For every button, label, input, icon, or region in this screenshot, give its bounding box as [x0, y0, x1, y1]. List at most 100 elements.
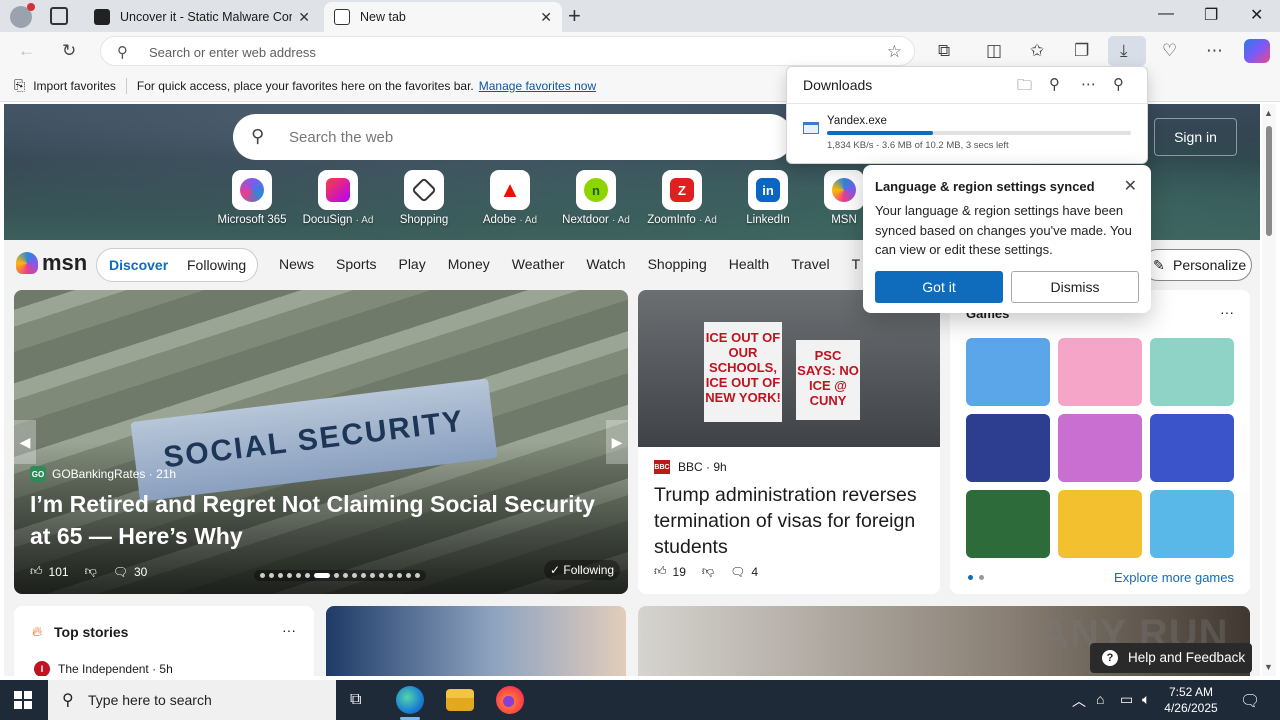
copilot-icon[interactable] [1244, 39, 1270, 63]
carousel-dot[interactable] [352, 573, 357, 578]
volume-icon[interactable]: 🔈︎ [1142, 691, 1150, 708]
game-tile[interactable] [1058, 338, 1142, 406]
nav-money[interactable]: Money [448, 256, 490, 272]
system-clock[interactable]: 7:52 AM 4/26/2025 [1160, 684, 1222, 716]
quick-link-nextdoor[interactable]: n Nextdoor · Ad [553, 170, 639, 226]
game-tile[interactable] [1058, 414, 1142, 482]
carousel-dot[interactable] [397, 573, 402, 578]
carousel-dot[interactable] [296, 573, 301, 578]
games-more-icon[interactable]: ··· [1220, 304, 1234, 320]
carousel-dot[interactable] [278, 573, 283, 578]
game-tile[interactable] [966, 338, 1050, 406]
game-tile[interactable] [966, 414, 1050, 482]
nav-travel[interactable]: Travel [791, 256, 829, 272]
quick-link-microsoft-365[interactable]: Microsoft 365 [209, 170, 295, 226]
dislike-icon[interactable]: 👎︎ [702, 564, 714, 579]
story-headline[interactable]: I’m Retired and Regret Not Claiming Soci… [30, 488, 620, 552]
carousel-dot[interactable] [388, 573, 393, 578]
carousel-dot[interactable] [260, 573, 265, 578]
got-it-button[interactable]: Got it [875, 271, 1003, 303]
profile-avatar[interactable] [10, 3, 35, 28]
scroll-down-icon[interactable]: ▼ [1264, 662, 1273, 672]
carousel-prev-icon[interactable]: ◀ [14, 420, 36, 464]
carousel-dot[interactable] [287, 573, 292, 578]
web-search-box[interactable]: ⚲ Search the web [233, 114, 793, 160]
notifications-icon[interactable]: 🗨︎ [1240, 691, 1260, 711]
maximize-button[interactable]: ❐ [1204, 5, 1218, 25]
carousel-dot[interactable] [361, 573, 366, 578]
taskbar-search[interactable]: ⚲ Type here to search [48, 680, 336, 720]
msn-logo[interactable]: msn [16, 250, 87, 276]
network-icon[interactable]: ▭ [1120, 691, 1133, 708]
extensions-icon[interactable]: ⧉ [938, 41, 950, 61]
nav-shopping[interactable]: Shopping [648, 256, 707, 272]
favorites-icon[interactable]: ✩ [1030, 41, 1044, 61]
more-options-icon[interactable]: ⋯ [1081, 75, 1096, 93]
downloads-button[interactable]: ⤓ [1108, 36, 1146, 66]
carousel-dot[interactable] [370, 573, 375, 578]
carousel-dot[interactable] [305, 573, 310, 578]
story-headline[interactable]: Trump administration reverses terminatio… [654, 482, 929, 560]
tab-new-tab[interactable]: New tab ✕ [324, 2, 562, 32]
quick-link-linkedin[interactable]: in LinkedIn [725, 170, 811, 226]
tab-following[interactable]: Following [187, 257, 246, 273]
search-icon[interactable]: ⚲ [1049, 75, 1060, 93]
scroll-up-icon[interactable]: ▲ [1264, 108, 1273, 118]
quick-link-adobe[interactable]: ▲ Adobe · Ad [467, 170, 553, 226]
secondary-story-card[interactable]: ICE OUT OF OUR SCHOOLS, ICE OUT OF NEW Y… [638, 290, 940, 594]
main-story-card[interactable]: SOCIAL SECURITY ◀ ▶ GO GOBankingRates · … [14, 290, 628, 594]
following-badge[interactable]: ✓ Following [544, 560, 621, 580]
game-tile[interactable] [1058, 490, 1142, 558]
dismiss-button[interactable]: Dismiss [1011, 271, 1139, 303]
download-file-name[interactable]: Yandex.exe [827, 115, 887, 127]
settings-more-icon[interactable]: ⋯ [1206, 41, 1223, 61]
browser-essentials-icon[interactable]: ♡ [1162, 41, 1177, 61]
game-tile[interactable] [1150, 338, 1234, 406]
split-screen-icon[interactable]: ◫ [986, 41, 1002, 61]
nav-news[interactable]: News [279, 256, 314, 272]
refresh-icon[interactable]: ↻ [62, 41, 76, 61]
pager-dot[interactable] [968, 575, 973, 580]
carousel-dot[interactable] [415, 573, 420, 578]
dislike-icon[interactable]: 👎︎ [85, 564, 97, 579]
favorite-star-icon[interactable]: ☆ [887, 42, 902, 62]
import-favorites-button[interactable]: Import favorites [33, 79, 116, 93]
portrait-story-image[interactable] [326, 606, 626, 676]
show-hidden-icons-icon[interactable]: ︿ [1072, 691, 1086, 711]
quick-link-shopping[interactable]: Shopping [381, 170, 467, 226]
collections-icon[interactable]: ❐ [1074, 41, 1089, 61]
carousel-next-icon[interactable]: ▶ [606, 420, 628, 464]
device-icon[interactable]: ⌂ [1096, 691, 1104, 707]
close-tab-icon[interactable]: ✕ [298, 9, 310, 26]
close-tab-icon[interactable]: ✕ [540, 9, 552, 26]
quick-link-zoominfo[interactable]: Z ZoomInfo · Ad [639, 170, 725, 226]
nav-play[interactable]: Play [398, 256, 425, 272]
manage-favorites-link[interactable]: Manage favorites now [479, 79, 596, 93]
help-feedback-button[interactable]: ? Help and Feedback [1090, 643, 1252, 673]
edge-taskbar-icon[interactable] [396, 686, 424, 720]
explore-more-games-link[interactable]: Explore more games [1114, 570, 1234, 585]
firefox-taskbar-icon[interactable] [496, 686, 524, 714]
pager-dot[interactable] [979, 575, 984, 580]
new-tab-button[interactable]: + [568, 3, 581, 29]
nav-truncated[interactable]: T [852, 256, 861, 272]
nav-health[interactable]: Health [729, 256, 769, 272]
minimize-button[interactable]: — [1158, 5, 1174, 23]
task-view-icon[interactable]: ⧉ [350, 691, 361, 709]
carousel-dot[interactable] [334, 573, 339, 578]
page-scrollbar[interactable]: ▲ ▼ [1262, 104, 1276, 676]
windows-start-icon[interactable] [14, 691, 32, 709]
comment-icon[interactable]: 🗨︎ [730, 565, 745, 579]
top-stories-more-icon[interactable]: ··· [282, 622, 296, 638]
back-icon[interactable]: ← [18, 41, 35, 61]
tab-discover[interactable]: Discover [109, 257, 168, 273]
like-icon[interactable]: 👍︎ [654, 564, 667, 579]
tab-uncover-it[interactable]: Uncover it - Static Malware Confi ✕ [84, 2, 320, 32]
close-window-button[interactable]: ✕ [1250, 5, 1263, 25]
carousel-dot-active[interactable] [314, 573, 330, 578]
open-folder-icon[interactable]: 🗀︎ [1017, 75, 1032, 100]
game-tile[interactable] [966, 490, 1050, 558]
tab-actions-icon[interactable] [50, 7, 68, 25]
nav-weather[interactable]: Weather [512, 256, 565, 272]
file-explorer-taskbar-icon[interactable] [446, 689, 474, 711]
